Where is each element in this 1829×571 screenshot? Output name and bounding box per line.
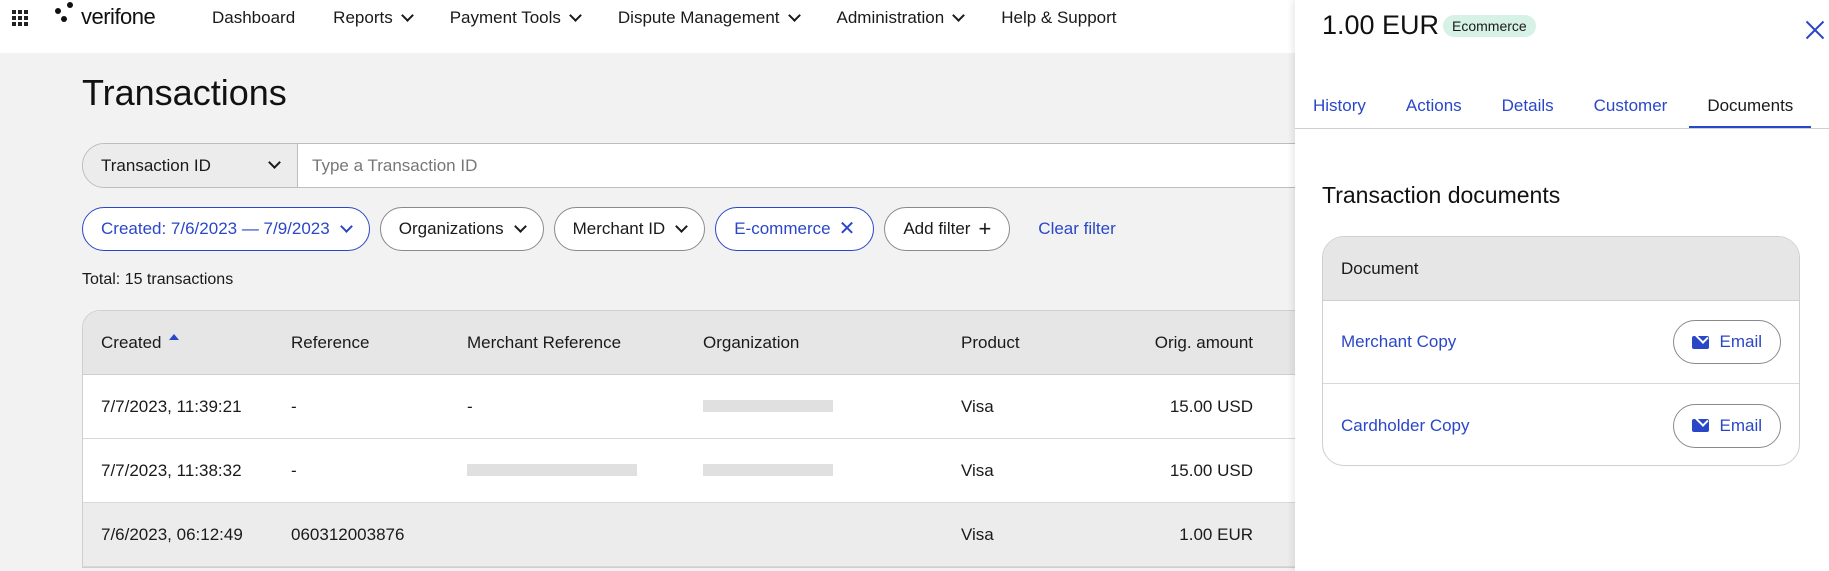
tab-history[interactable]: History xyxy=(1313,84,1366,128)
cardholder-copy-link[interactable]: Cardholder Copy xyxy=(1341,416,1470,436)
table-row[interactable]: 7/7/2023, 11:38:32 - Visa 15.00 USD xyxy=(83,439,1381,503)
chevron-down-icon xyxy=(569,8,582,22)
chevron-down-icon xyxy=(952,8,966,22)
chevron-down-icon xyxy=(787,8,801,22)
col-reference[interactable]: Reference xyxy=(291,333,467,353)
tab-customer[interactable]: Customer xyxy=(1594,84,1668,128)
nav-label: Help & Support xyxy=(1001,8,1117,27)
search-input[interactable] xyxy=(298,144,1381,187)
mail-icon xyxy=(1692,419,1710,432)
nav-label: Dashboard xyxy=(212,8,296,27)
cell-reference: - xyxy=(291,460,297,480)
created-filter-label: Created: 7/6/2023 — 7/9/2023 xyxy=(101,219,330,238)
total-count: Total: 15 transactions xyxy=(82,271,234,288)
merchant-id-filter-label: Merchant ID xyxy=(572,219,666,238)
cell-merchant-reference xyxy=(467,461,703,481)
transactions-table: Created Reference Merchant Reference Org… xyxy=(82,310,1382,568)
organizations-filter-label: Organizations xyxy=(398,219,504,238)
cell-product: Visa xyxy=(961,396,994,416)
col-merchant-reference[interactable]: Merchant Reference xyxy=(467,333,703,353)
email-button-label: Email xyxy=(1719,415,1762,435)
logo[interactable]: verifone xyxy=(55,2,156,30)
cell-product: Visa xyxy=(961,460,994,480)
documents-header: Document xyxy=(1323,237,1799,301)
table-header: Created Reference Merchant Reference Org… xyxy=(83,311,1381,375)
tab-actions[interactable]: Actions xyxy=(1406,84,1462,128)
tab-documents[interactable]: Documents xyxy=(1689,84,1812,128)
table-row-selected[interactable]: 7/6/2023, 06:12:49 060312003876 Visa 1.0… xyxy=(83,503,1381,567)
email-merchant-copy-button[interactable]: Email xyxy=(1673,320,1781,364)
plus-icon: + xyxy=(978,216,992,241)
cell-amount: 1.00 EUR xyxy=(1179,524,1253,544)
add-filter-label: Add filter xyxy=(903,219,971,238)
ecommerce-filter-chip[interactable]: E-commerce ✕ xyxy=(715,207,875,251)
ecommerce-filter-label: E-commerce xyxy=(734,219,831,238)
transaction-detail-panel: 1.00 EUR Ecommerce History Actions Detai… xyxy=(1295,0,1829,571)
email-cardholder-copy-button[interactable]: Email xyxy=(1673,403,1781,448)
redacted-value xyxy=(703,463,833,476)
chevron-down-icon xyxy=(400,8,414,22)
cell-amount: 15.00 USD xyxy=(1169,460,1253,480)
cell-created: 7/7/2023, 11:39:21 xyxy=(101,396,242,416)
cell-amount: 15.00 USD xyxy=(1169,396,1253,416)
col-organization[interactable]: Organization xyxy=(703,333,961,353)
logo-text: verifone xyxy=(81,4,156,29)
col-created[interactable]: Created xyxy=(83,333,291,353)
redacted-value xyxy=(703,399,833,412)
apps-grid-icon[interactable] xyxy=(12,10,28,26)
status-badge: Ecommerce xyxy=(1443,15,1536,37)
sort-ascending-icon xyxy=(169,333,180,340)
col-created-label: Created xyxy=(101,332,162,352)
nav-dispute-management[interactable]: Dispute Management xyxy=(617,8,801,28)
chevron-down-icon xyxy=(339,219,353,233)
page-title: Transactions xyxy=(82,72,287,113)
cell-reference: - xyxy=(291,396,297,416)
nav-label: Administration xyxy=(836,8,945,27)
col-product[interactable]: Product xyxy=(961,333,1101,353)
cell-reference: 060312003876 xyxy=(291,524,405,544)
chevron-down-icon xyxy=(675,219,689,233)
email-button-label: Email xyxy=(1719,332,1762,351)
search-bar: Transaction ID xyxy=(82,143,1382,188)
col-orig-amount[interactable]: Orig. amount xyxy=(1101,333,1253,353)
remove-filter-icon[interactable]: ✕ xyxy=(839,219,856,239)
nav-reports[interactable]: Reports xyxy=(333,8,414,28)
panel-tabs: History Actions Details Customer Documen… xyxy=(1295,84,1829,129)
redacted-value xyxy=(467,463,637,476)
filter-bar: Created: 7/6/2023 — 7/9/2023 Organizatio… xyxy=(82,207,1116,251)
close-icon[interactable] xyxy=(1804,18,1826,40)
created-filter-chip[interactable]: Created: 7/6/2023 — 7/9/2023 xyxy=(82,207,370,251)
cell-created: 7/6/2023, 06:12:49 xyxy=(101,524,243,544)
cell-merchant-reference: - xyxy=(467,396,473,416)
verifone-logo-icon xyxy=(55,2,77,28)
clear-filter-link[interactable]: Clear filter xyxy=(1038,219,1115,239)
nav-payment-tools[interactable]: Payment Tools xyxy=(449,8,582,28)
cell-organization xyxy=(703,397,961,417)
nav-label: Payment Tools xyxy=(449,8,561,27)
mail-icon xyxy=(1692,335,1710,349)
panel-amount: 1.00 EUR xyxy=(1322,10,1440,40)
nav-help-support[interactable]: Help & Support xyxy=(1001,8,1116,28)
table-row[interactable]: 7/7/2023, 11:39:21 - - Visa 15.00 USD xyxy=(83,375,1381,439)
nav-label: Dispute Management xyxy=(617,8,780,27)
nav-administration[interactable]: Administration xyxy=(836,8,966,28)
cell-created: 7/7/2023, 11:38:32 xyxy=(101,460,242,480)
cell-organization xyxy=(703,461,961,481)
search-type-select[interactable]: Transaction ID xyxy=(83,144,298,187)
chevron-down-icon xyxy=(268,156,281,169)
merchant-copy-link[interactable]: Merchant Copy xyxy=(1341,332,1456,352)
cell-product: Visa xyxy=(961,524,994,544)
document-row: Merchant Copy Email xyxy=(1323,301,1799,384)
document-row: Cardholder Copy Email xyxy=(1323,384,1799,465)
nav-dashboard[interactable]: Dashboard xyxy=(212,8,295,28)
tab-details[interactable]: Details xyxy=(1502,84,1554,128)
chevron-down-icon xyxy=(513,219,527,233)
add-filter-button[interactable]: Add filter + xyxy=(884,207,1011,251)
search-type-label: Transaction ID xyxy=(101,155,211,175)
organizations-filter-chip[interactable]: Organizations xyxy=(379,207,544,251)
nav-label: Reports xyxy=(333,8,393,27)
documents-table: Document Merchant Copy Email Cardholder … xyxy=(1322,236,1800,466)
section-title: Transaction documents xyxy=(1322,182,1561,208)
merchant-id-filter-chip[interactable]: Merchant ID xyxy=(553,207,706,251)
